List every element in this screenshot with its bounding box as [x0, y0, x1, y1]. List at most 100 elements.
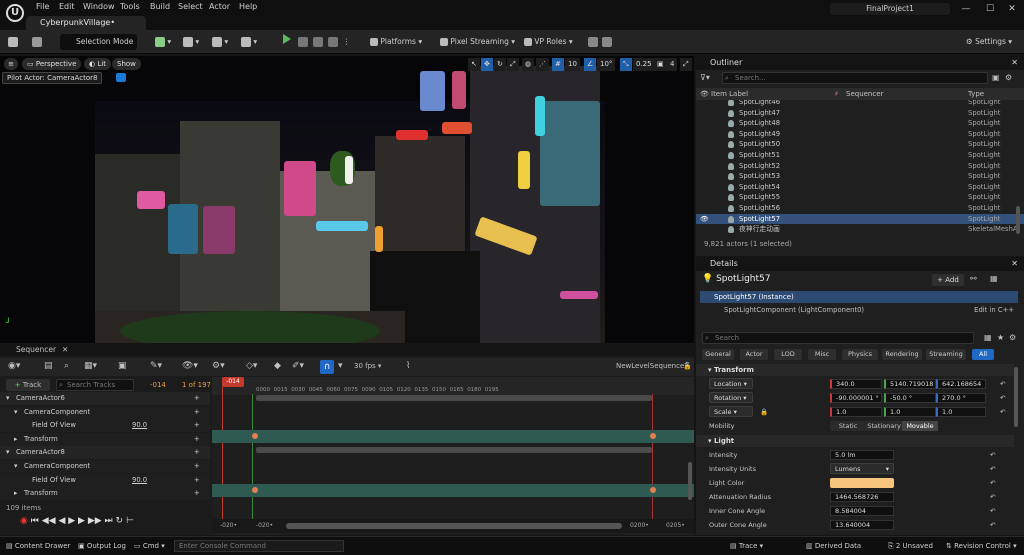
console-input[interactable]: Enter Console Command	[174, 540, 344, 552]
outliner-row[interactable]: SpotLight56 SpotLight	[696, 203, 1024, 214]
scale-dropdown[interactable]: Scale ▾	[709, 406, 753, 417]
blueprint-icon[interactable]: ▾	[183, 34, 199, 50]
show-button[interactable]: Show	[112, 58, 141, 70]
filter-actor[interactable]: Actor	[740, 349, 768, 360]
play-icon[interactable]: ▶	[68, 516, 75, 526]
revision-control-button[interactable]: ⇅ Revision Control ▾	[946, 541, 1017, 552]
add-key-icon[interactable]: +	[194, 474, 200, 487]
location-z[interactable]: 642.168654	[936, 379, 986, 389]
stop-icon[interactable]	[313, 34, 323, 50]
unsaved-button[interactable]: ⎘ 2 Unsaved	[888, 541, 933, 552]
filter-rendering[interactable]: Rendering	[882, 349, 922, 360]
maximize-button[interactable]: ☐	[978, 2, 1002, 16]
prev-frame-icon[interactable]: ◀	[58, 516, 65, 526]
menu-file[interactable]: File	[36, 2, 49, 11]
prev-key-icon[interactable]: ◀◀	[42, 516, 56, 526]
reset-icon[interactable]: ↶	[990, 504, 995, 518]
keyframe[interactable]	[252, 433, 258, 439]
instance-row[interactable]: SpotLight57 (Instance)	[700, 291, 1018, 303]
outliner-row[interactable]: SpotLight47 SpotLight	[696, 108, 1024, 119]
scale-z[interactable]: 1.0	[936, 407, 986, 417]
content-icon[interactable]	[32, 34, 42, 50]
selection-mode-dropdown[interactable]: Selection Mode ▾	[60, 34, 137, 62]
filter-icon[interactable]: ⊽▾	[700, 73, 710, 82]
scale-snap-value[interactable]: 0.25	[633, 58, 655, 71]
reset-icon[interactable]: ↶	[1000, 405, 1005, 419]
light-color-swatch[interactable]	[830, 478, 894, 488]
scale-y[interactable]: 1.0	[884, 407, 936, 417]
rotation-snap-value[interactable]: 10°	[597, 58, 616, 71]
add-actor-icon[interactable]: ▾	[155, 34, 171, 50]
track-value[interactable]: 90.0	[132, 419, 147, 432]
add-key-icon[interactable]: +	[194, 460, 200, 473]
close-icon[interactable]: ✕	[1011, 56, 1018, 70]
expand-icon[interactable]: ▾	[14, 460, 17, 473]
settings-menu[interactable]: ⚙ Settings ▾	[966, 34, 1012, 50]
keyframe[interactable]	[650, 487, 656, 493]
menu-actor[interactable]: Actor	[209, 2, 230, 11]
timeline-hscrollbar[interactable]	[286, 523, 622, 529]
outer-cone-value[interactable]: 13.640004	[830, 520, 894, 530]
lock-icon[interactable]: 🔒	[760, 405, 768, 419]
location-x[interactable]: 340.0	[830, 379, 882, 389]
filter-lod[interactable]: LOD	[774, 349, 802, 360]
expand-icon[interactable]: ▸	[14, 433, 17, 446]
expand-icon[interactable]: ▾	[6, 446, 9, 459]
save-icon[interactable]	[8, 34, 18, 50]
filter-physics[interactable]: Physics	[842, 349, 878, 360]
translate-tool-icon[interactable]: ✥	[481, 58, 493, 71]
transform-section[interactable]: ▾ Transform	[696, 364, 1014, 376]
filter-all[interactable]: All	[972, 349, 994, 360]
track-row[interactable]: ▾ CameraComponent +	[0, 460, 210, 473]
intensity-units-dropdown[interactable]: Lumens ▾	[830, 463, 894, 474]
cinematics-icon[interactable]: ▾	[212, 34, 228, 50]
transform-track-bar[interactable]	[212, 430, 694, 443]
reset-icon[interactable]: ↶	[1000, 377, 1005, 391]
reset-icon[interactable]: ↶	[990, 476, 995, 490]
start-marker[interactable]	[252, 394, 253, 522]
range-icon[interactable]: ⊢	[126, 516, 134, 526]
col-item-label[interactable]: Item Label	[711, 88, 748, 100]
transform-track-bar[interactable]	[212, 484, 694, 497]
add-key-icon[interactable]: +	[194, 406, 200, 419]
track-row[interactable]: ▾ CameraComponent +	[0, 405, 210, 419]
rotate-tool-icon[interactable]: ↻	[494, 58, 506, 71]
track-row[interactable]: Field Of View 90.0 +	[0, 473, 210, 487]
outliner-row[interactable]: SpotLight54 SpotLight	[696, 182, 1024, 193]
outliner-search-input[interactable]: ⌕ Search...	[722, 72, 988, 84]
outliner-row[interactable]: SpotLight49 SpotLight	[696, 129, 1024, 140]
track-row[interactable]: Field Of View 90.0 +	[0, 419, 210, 433]
outliner-row[interactable]: SpotLight52 SpotLight	[696, 161, 1024, 172]
attenuation-value[interactable]: 1464.568726	[830, 492, 894, 502]
add-key-icon[interactable]: +	[194, 487, 200, 500]
range-start-view[interactable]: -020•	[256, 522, 273, 529]
cmd-dropdown[interactable]: ▭ Cmd ▾	[134, 541, 165, 552]
details-settings-icon[interactable]: ⚙	[1009, 333, 1016, 342]
mobility-stationary[interactable]: Stationary	[866, 421, 902, 431]
camera-cut-section[interactable]	[256, 447, 652, 453]
mobility-static[interactable]: Static	[830, 421, 866, 431]
expand-icon[interactable]: ▾	[14, 406, 17, 419]
keyframe[interactable]	[252, 487, 258, 493]
minimize-button[interactable]: —	[954, 2, 978, 16]
expand-icon[interactable]: ▸	[14, 487, 17, 500]
loop-icon[interactable]: ↻	[116, 516, 124, 526]
favorites-icon[interactable]: ★	[997, 333, 1004, 342]
outliner-row[interactable]: SpotLight51 SpotLight	[696, 150, 1024, 161]
outliner-row[interactable]: SpotLight50 SpotLight	[696, 139, 1024, 150]
rotation-x[interactable]: -90.000001 °	[830, 393, 882, 403]
reset-icon[interactable]: ↶	[1000, 391, 1005, 405]
details-scrollbar[interactable]	[1014, 367, 1018, 427]
next-key-icon[interactable]: ▶▶	[88, 516, 102, 526]
outliner-add-icon[interactable]: ▣	[992, 73, 1000, 82]
blueprint-icon[interactable]: ⚯	[970, 274, 977, 283]
grid-snap-icon[interactable]: #	[552, 58, 564, 71]
location-y[interactable]: 5140.719018	[884, 379, 936, 389]
modes-icon[interactable]: ▾	[241, 34, 257, 50]
visibility-icon[interactable]: 👁	[700, 214, 709, 225]
details-options-icon[interactable]: ▦	[990, 274, 998, 283]
col-type[interactable]: Type	[968, 88, 984, 100]
level-tab[interactable]: CyberpunkVillage•	[26, 16, 146, 30]
add-key-icon[interactable]: +	[194, 433, 200, 446]
location-dropdown[interactable]: Location ▾	[709, 378, 753, 389]
